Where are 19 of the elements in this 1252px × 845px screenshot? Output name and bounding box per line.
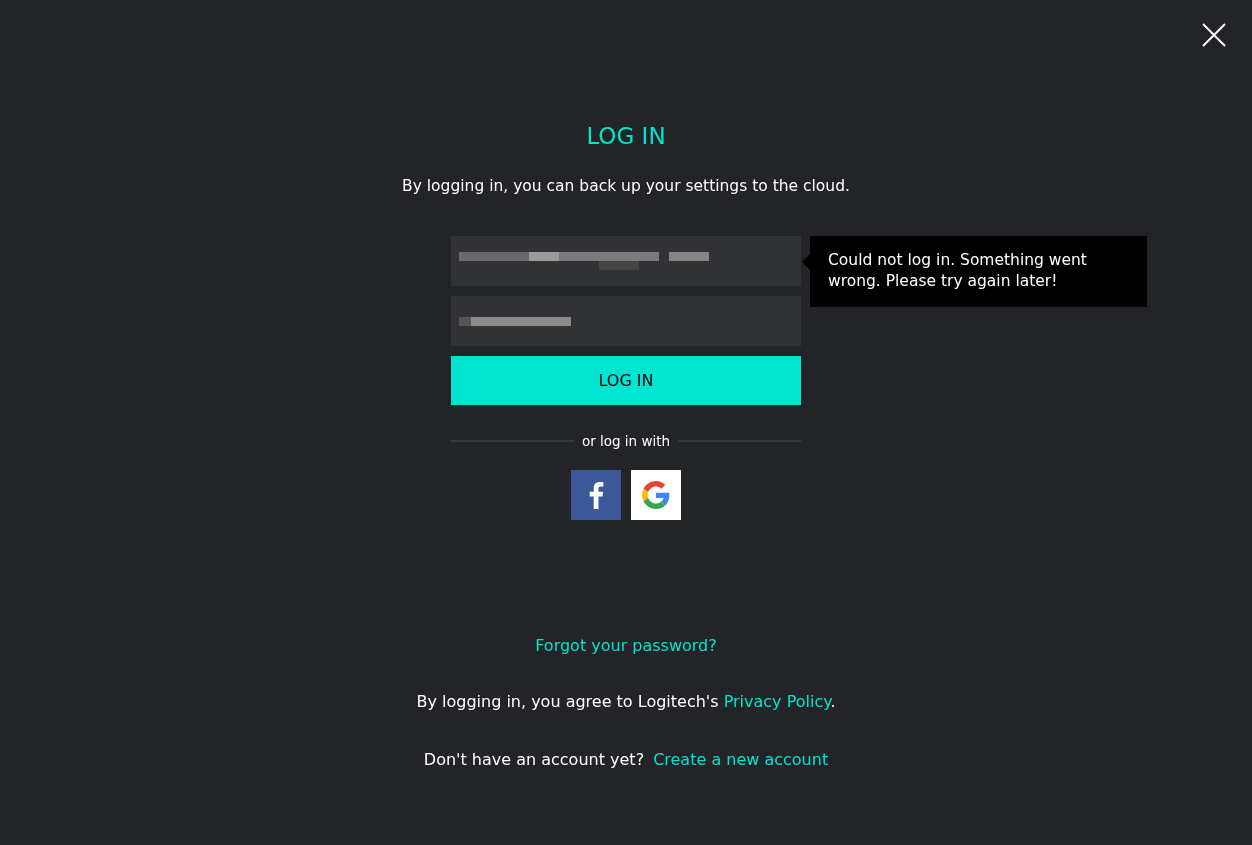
tooltip-pointer: [802, 254, 810, 270]
google-icon: [642, 481, 670, 510]
close-button[interactable]: [1200, 21, 1228, 49]
login-button[interactable]: LOG IN: [451, 356, 801, 405]
facebook-login-button[interactable]: [571, 470, 621, 521]
privacy-policy-link[interactable]: Privacy Policy: [723, 692, 831, 712]
subtitle: By logging in, you can back up your settings to the cloud.: [402, 176, 850, 196]
error-tooltip: Could not log in. Something went wrong. Please try again later!: [810, 236, 1147, 307]
close-icon: [1202, 23, 1226, 47]
create-account-link[interactable]: Create a new account: [653, 748, 829, 773]
facebook-icon: [588, 481, 604, 510]
forgot-password-link[interactable]: Forgot your password?: [535, 634, 717, 659]
password-field[interactable]: [451, 296, 801, 346]
google-login-button[interactable]: [631, 470, 681, 521]
no-account-text: Don't have an account yet?: [423, 749, 645, 772]
login-title: LOG IN: [586, 122, 666, 150]
email-field[interactable]: [451, 236, 801, 286]
divider-text: or log in with: [581, 432, 671, 451]
privacy-sentence: By logging in, you agree to Logitech's Privacy Policy.: [416, 691, 836, 714]
